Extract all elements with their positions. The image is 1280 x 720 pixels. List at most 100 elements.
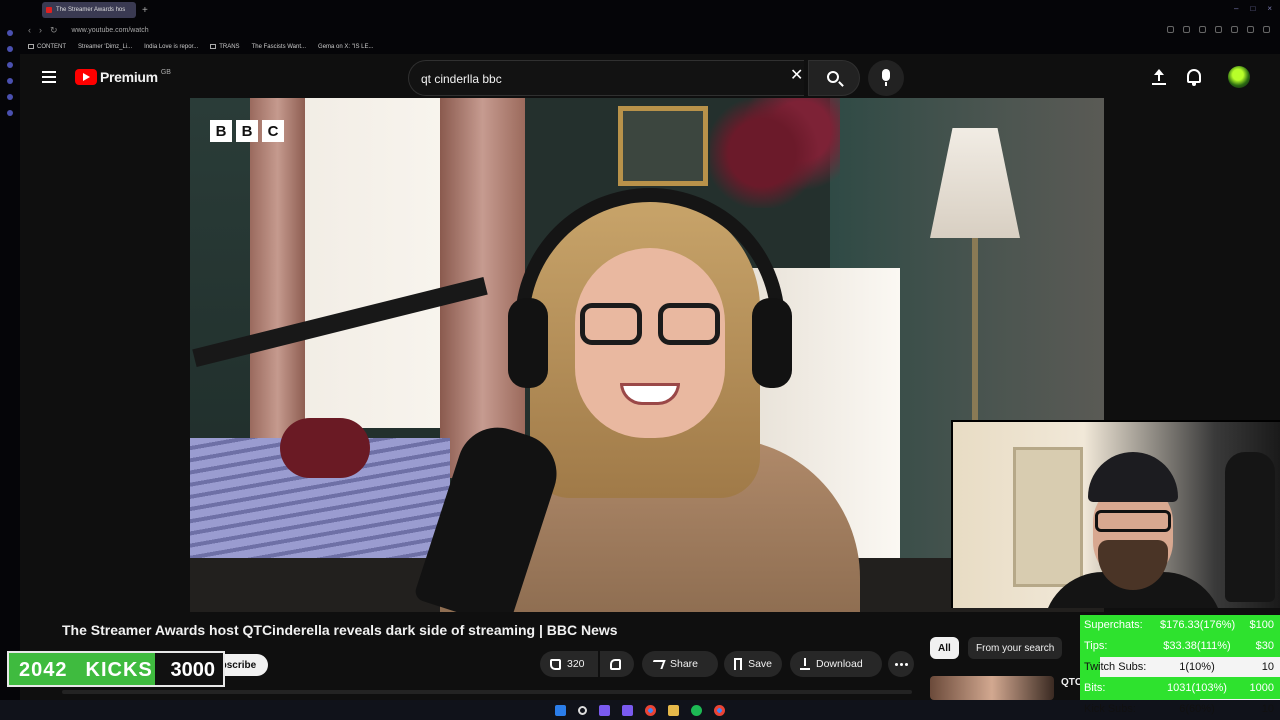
stat-goal: 10 xyxy=(1261,661,1274,673)
minimize-icon[interactable]: – xyxy=(1234,4,1238,13)
stat-row: Tips: $33.38(111%) $30 xyxy=(1080,636,1280,656)
stat-goal: 10 xyxy=(1261,703,1274,715)
bookmark-item[interactable]: Streamer 'Dimz_Li... xyxy=(78,44,132,50)
extension-icon[interactable] xyxy=(1167,26,1174,33)
new-tab-icon[interactable]: + xyxy=(142,5,148,16)
browser-tab[interactable]: The Streamer Awards hos xyxy=(42,2,136,18)
bookmark-item[interactable]: TRANS xyxy=(210,43,240,50)
stat-goal: $100 xyxy=(1249,619,1274,631)
voice-search-button[interactable] xyxy=(868,60,904,96)
stat-value: 6(60%) xyxy=(1179,703,1215,715)
search-box xyxy=(408,60,804,96)
upload-icon[interactable] xyxy=(1152,69,1166,85)
folder-icon xyxy=(210,43,217,49)
share-icon xyxy=(650,659,666,669)
description-divider xyxy=(62,690,912,694)
bookmark-icon xyxy=(734,658,743,670)
browser-sidebar xyxy=(0,20,20,700)
more-dots-icon xyxy=(894,662,908,666)
bookmark-item[interactable]: India Love is repor... xyxy=(144,44,198,50)
like-button[interactable]: 320 xyxy=(540,651,598,677)
chip-from-your-search[interactable]: From your search xyxy=(968,637,1063,659)
share-button[interactable]: Share xyxy=(642,651,718,677)
close-window-icon[interactable]: × xyxy=(1267,4,1272,13)
recommended-video-title[interactable]: QTC xyxy=(1061,677,1082,688)
bookmark-item[interactable]: The Fascists Want... xyxy=(252,44,306,50)
extension-icon[interactable] xyxy=(1183,26,1190,33)
extension-icon[interactable] xyxy=(1231,26,1238,33)
search-button[interactable] xyxy=(808,60,860,96)
forward-icon[interactable]: › xyxy=(39,25,42,35)
notifications-bell-icon[interactable] xyxy=(1187,69,1201,86)
extension-icon[interactable] xyxy=(1215,26,1222,33)
streamer-webcam xyxy=(951,420,1280,608)
stat-row: Twitch Subs: 1(10%) 10 xyxy=(1080,657,1280,677)
start-menu-icon[interactable] xyxy=(555,704,566,716)
sidebar-app-icon[interactable] xyxy=(7,94,13,100)
download-icon xyxy=(800,658,810,670)
kicks-label: KICKS xyxy=(85,659,153,681)
clear-search-icon[interactable]: ✕ xyxy=(790,68,803,84)
youtube-header: Premium GB ✕ xyxy=(20,54,1280,100)
youtube-favicon-icon xyxy=(46,7,52,13)
taskbar-app-icon[interactable] xyxy=(622,704,633,716)
stat-label: Tips: xyxy=(1084,640,1108,652)
tab-title: The Streamer Awards hos xyxy=(56,7,126,13)
stat-label: Twitch Subs: xyxy=(1084,661,1147,673)
recommended-video-thumbnail[interactable] xyxy=(930,676,1054,700)
more-actions-button[interactable] xyxy=(888,651,914,677)
menu-icon[interactable] xyxy=(42,71,56,83)
kicks-count: 2042 xyxy=(19,659,68,681)
maximize-icon[interactable]: □ xyxy=(1250,4,1255,13)
download-button[interactable]: Download xyxy=(790,651,882,677)
like-count: 320 xyxy=(567,658,585,670)
extension-icon[interactable] xyxy=(1263,26,1270,33)
sidebar-app-icon[interactable] xyxy=(7,110,13,116)
window-controls: – □ × xyxy=(1234,4,1272,13)
search-icon xyxy=(827,71,839,83)
stat-value: $33.38(111%) xyxy=(1163,640,1231,652)
folder-icon xyxy=(28,43,34,49)
thumbs-down-icon xyxy=(610,658,621,670)
chip-all[interactable]: All xyxy=(930,637,959,659)
extension-icon[interactable] xyxy=(1247,26,1254,33)
url-field[interactable]: www.youtube.com/watch xyxy=(72,27,149,34)
account-avatar[interactable] xyxy=(1228,66,1250,88)
thumbs-up-icon xyxy=(550,658,561,670)
sidebar-app-icon[interactable] xyxy=(7,30,13,36)
browser-tab-bar: The Streamer Awards hos + – □ × xyxy=(0,0,1280,20)
save-button[interactable]: Save xyxy=(724,651,782,677)
taskbar-search-icon[interactable] xyxy=(578,705,587,715)
stat-row: Bits: 1031(103%) 1000 xyxy=(1080,678,1280,698)
stat-value: 1031(103%) xyxy=(1167,682,1227,694)
sidebar-app-icon[interactable] xyxy=(7,46,13,52)
search-input[interactable] xyxy=(421,70,781,88)
extension-icon[interactable] xyxy=(1199,26,1206,33)
sidebar-app-icon[interactable] xyxy=(7,62,13,68)
stat-row: Superchats: $176.33(176%) $100 xyxy=(1080,615,1280,635)
youtube-play-icon xyxy=(75,69,97,85)
kicks-goal-overlay: 2042 KICKS 3000 xyxy=(7,651,225,687)
stat-value: 1(10%) xyxy=(1179,661,1215,673)
address-bar: ‹ › ↻ www.youtube.com/watch xyxy=(20,20,1280,40)
brand-name: Premium xyxy=(100,69,158,85)
stat-goal: $30 xyxy=(1255,640,1274,652)
stat-label: Kick Subs: xyxy=(1084,703,1136,715)
bookmark-item[interactable]: CONTENT xyxy=(28,43,66,50)
reload-icon[interactable]: ↻ xyxy=(50,25,58,36)
chrome-icon[interactable] xyxy=(645,704,656,716)
back-icon[interactable]: ‹ xyxy=(28,25,31,35)
bookmark-item[interactable]: Gema on X: "IS LE... xyxy=(318,44,374,50)
chrome-icon[interactable] xyxy=(714,704,725,716)
youtube-premium-logo[interactable]: Premium GB xyxy=(75,69,171,85)
sidebar-app-icon[interactable] xyxy=(7,78,13,84)
bookmarks-bar: CONTENT Streamer 'Dimz_Li... India Love … xyxy=(20,40,1280,54)
bbc-logo: B B C xyxy=(210,120,284,142)
dislike-button[interactable] xyxy=(600,651,634,677)
file-explorer-icon[interactable] xyxy=(668,704,679,716)
spotify-icon[interactable] xyxy=(691,704,702,716)
stat-label: Bits: xyxy=(1084,682,1106,694)
microphone-icon xyxy=(882,69,890,86)
extension-icons xyxy=(1167,26,1270,33)
taskbar-app-icon[interactable] xyxy=(599,704,610,716)
